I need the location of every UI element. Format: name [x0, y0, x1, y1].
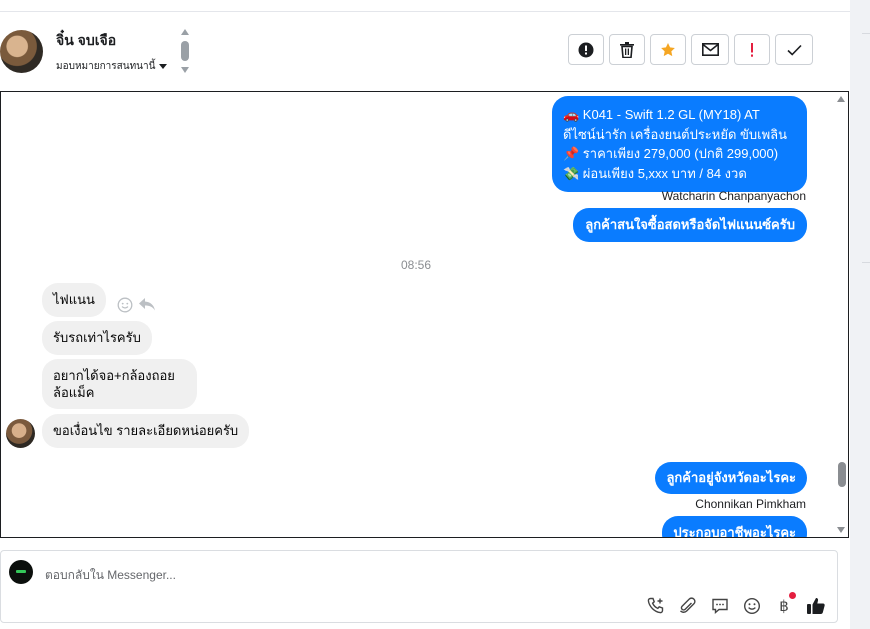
spam-button[interactable]	[734, 34, 770, 65]
contact-avatar[interactable]	[0, 30, 43, 73]
delete-button[interactable]	[609, 34, 645, 65]
saved-replies-button[interactable]	[709, 595, 731, 617]
mail-button[interactable]	[691, 34, 729, 65]
alert-button[interactable]	[568, 34, 604, 65]
assign-label: มอบหมายการสนทนานี้	[56, 61, 156, 72]
outgoing-message[interactable]: ประกอบอาชีพอะไรคะ	[662, 516, 807, 537]
outgoing-message[interactable]: ลูกค้าอยู่จังหวัดอะไรคะ	[655, 462, 807, 494]
offer-line-3: 📌 ราคาเพียง 279,000 (ปกติ 299,000)	[563, 146, 779, 161]
arrow-down-icon[interactable]	[181, 67, 189, 73]
contact-name[interactable]: จิ๋น จบเจือ	[56, 30, 116, 52]
payment-button[interactable]: ฿	[773, 592, 796, 617]
offer-line-2: ดีไซน์น่ารัก เครื่องยนต์ประหยัด ขับเพลิน	[563, 126, 788, 142]
envelope-icon	[701, 43, 719, 56]
alert-circle-icon	[578, 42, 594, 57]
emoji-icon	[743, 597, 761, 615]
incoming-message[interactable]: ไฟแนน	[42, 283, 106, 317]
reply-input[interactable]: ตอบกลับใน Messenger...	[45, 566, 176, 585]
arrow-down-icon[interactable]	[837, 527, 845, 533]
thumbs-up-icon	[807, 598, 825, 614]
header-scroll-control[interactable]	[180, 29, 192, 75]
contact-avatar-small	[6, 419, 35, 448]
done-button[interactable]	[775, 34, 813, 65]
call-button[interactable]	[645, 595, 667, 617]
message-timestamp: 08:56	[401, 258, 432, 272]
offer-line-1: 🚗 K041 - Swift 1.2 GL (MY18) AT	[563, 107, 760, 122]
phone-plus-icon	[647, 597, 664, 614]
incoming-message[interactable]: อยากได้จอ+กล้องถอยล้อแม็ค	[42, 359, 197, 409]
paperclip-icon	[679, 597, 696, 613]
incoming-message[interactable]: รับรถเท่าไรครับ	[42, 321, 152, 355]
conversation-actions	[568, 34, 813, 65]
page-avatar	[9, 560, 33, 584]
exclamation-icon	[751, 42, 753, 57]
thread-scrollbar-thumb[interactable]	[838, 462, 846, 487]
like-button[interactable]	[805, 595, 827, 617]
saved-reply-icon	[712, 598, 728, 615]
composer-toolbar: ฿	[645, 592, 827, 617]
arrow-up-icon[interactable]	[837, 96, 845, 102]
right-panel-edge	[850, 0, 870, 629]
vehicle-offer-bubble[interactable]: 🚗 K041 - Swift 1.2 GL (MY18) AT ดีไซน์น่…	[552, 96, 807, 192]
incoming-message[interactable]: ขอเงื่อนไข รายละเอียดหน่อยครับ	[42, 414, 250, 448]
notification-dot	[789, 592, 796, 599]
react-emoji-icon[interactable]	[117, 297, 133, 313]
check-icon	[786, 44, 802, 56]
arrow-up-icon[interactable]	[181, 29, 189, 35]
attach-button[interactable]	[677, 595, 699, 617]
reply-composer[interactable]: ตอบกลับใน Messenger... ฿	[0, 550, 838, 623]
offer-line-4: 💸 ผ่อนเพียง 5,xxx บาท / 84 งวด	[563, 165, 747, 181]
assign-conversation-dropdown[interactable]: มอบหมายการสนทนานี้	[56, 59, 168, 74]
star-button[interactable]	[650, 34, 686, 65]
trash-icon	[620, 41, 634, 58]
star-icon	[661, 42, 675, 56]
emoji-button[interactable]	[741, 595, 763, 617]
message-sender-name: Chonnikan Pimkham	[695, 497, 806, 511]
top-divider	[0, 11, 850, 12]
chevron-down-icon	[159, 64, 168, 69]
baht-icon: ฿	[779, 598, 789, 615]
outgoing-message[interactable]: ลูกค้าสนใจซื้อสดหรือจัดไฟแนนซ์ครับ	[573, 208, 807, 242]
scroll-thumb[interactable]	[181, 41, 189, 61]
offer-sender-name: Watcharin Chanpanyachon	[661, 189, 806, 203]
reply-icon[interactable]	[138, 297, 156, 312]
message-thread[interactable]: 🚗 K041 - Swift 1.2 GL (MY18) AT ดีไซน์น่…	[0, 91, 849, 538]
